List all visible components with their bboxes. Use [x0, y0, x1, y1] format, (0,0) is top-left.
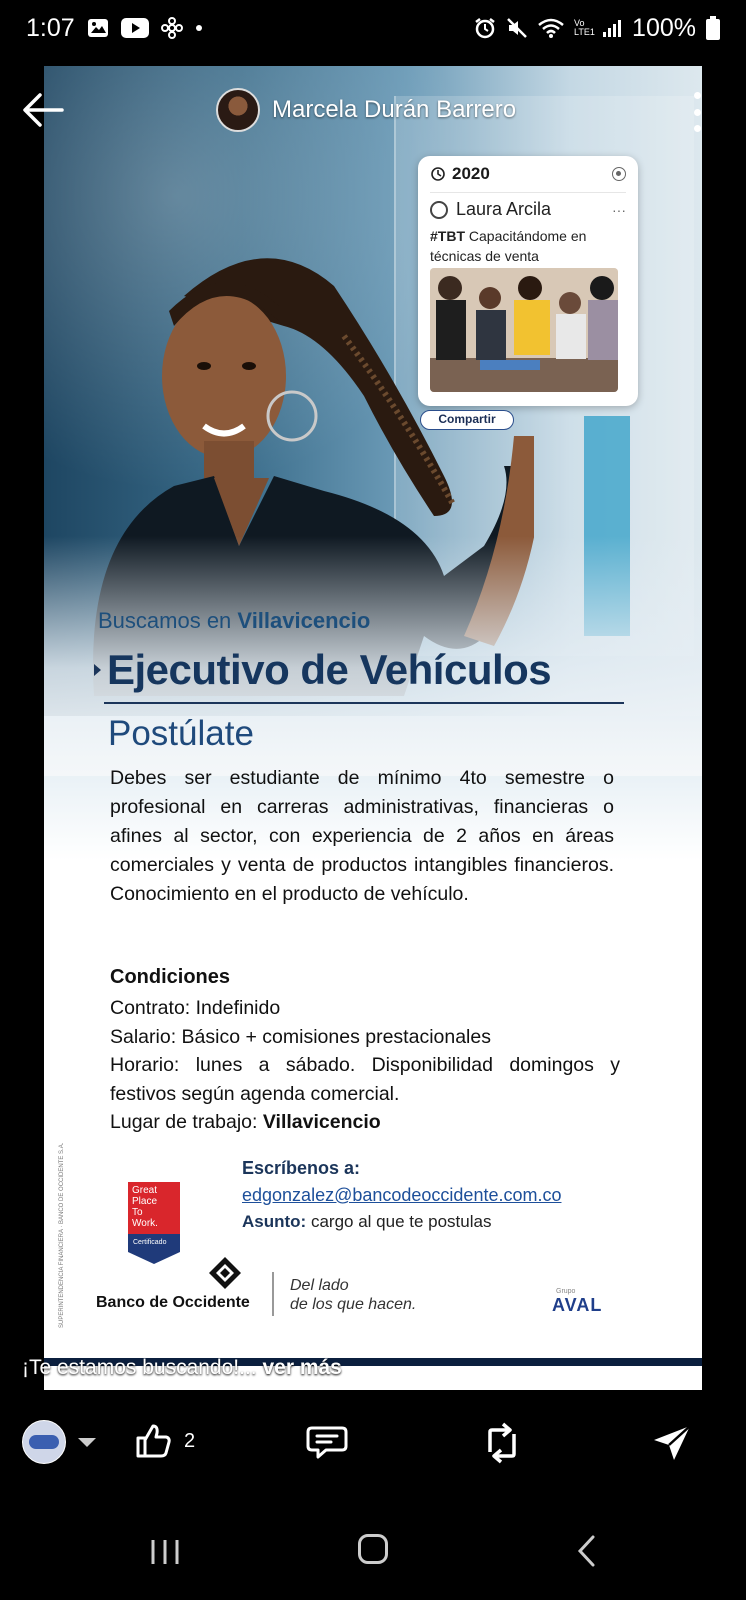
like-button[interactable]: 2 [134, 1422, 195, 1460]
aval-logo: Grupo AVAL [552, 1288, 602, 1316]
subject-value: cargo al que te postulas [310, 1212, 492, 1231]
legal-vertical-text: SUPERINTENDENCIA FINANCIERA · BANCO DE O… [59, 1142, 65, 1328]
post-caption[interactable]: ¡Te estamos buscando!... ver más [22, 1356, 342, 1380]
tbt-card: 2020 Laura Arcila ··· #TBT Capacitándome… [418, 156, 638, 406]
workplace-label: Lugar de trabajo: [110, 1111, 258, 1133]
system-back-icon[interactable] [576, 1534, 596, 1568]
thumbs-up-icon[interactable] [134, 1422, 172, 1460]
alarm-icon [475, 18, 495, 39]
battery-icon [706, 16, 720, 40]
contact-email-link[interactable]: edgonzalez@bancodeoccidente.com.co [242, 1185, 561, 1206]
home-button-icon[interactable] [358, 1534, 388, 1564]
conditions-list: Contrato: Indefinido Salario: Básico + c… [110, 994, 620, 1137]
gallery-icon [87, 19, 108, 37]
author-name[interactable]: Marcela Durán Barrero [272, 96, 516, 124]
condition-salary: Salario: Básico + comisiones prestaciona… [110, 1025, 491, 1048]
system-nav-bar [0, 1520, 746, 1600]
youtube-icon [120, 18, 149, 38]
more-dots-icon: ··· [612, 201, 626, 218]
badge-cert: Certificado [133, 1239, 167, 1246]
post-image[interactable]: 2020 Laura Arcila ··· #TBT Capacitándome… [44, 66, 702, 1390]
arrow-bullet-icon [94, 664, 101, 676]
subtitle-prefix: Buscamos en [98, 608, 232, 633]
badge-line3: To [132, 1207, 143, 1218]
tbt-year: 2020 [452, 164, 490, 183]
network-label: Vo LTE1 [574, 18, 595, 37]
pinwheel-icon [160, 17, 183, 39]
conditions-heading: Condiciones [110, 966, 231, 988]
condition-schedule: Horario: lunes a sábado. Disponibilidad … [110, 1054, 620, 1105]
badge-line1: Great [132, 1185, 157, 1196]
job-description: Debes ser estudiante de mínimo 4to semes… [110, 767, 614, 905]
action-bar: 2 [0, 1400, 746, 1490]
account-dropdown-caret-icon[interactable] [78, 1438, 96, 1447]
bank-logo-icon [209, 1257, 241, 1289]
repost-icon[interactable] [482, 1422, 522, 1464]
bank-name: Banco de Occidente [96, 1294, 250, 1311]
slogan-line2: de los que hacen. [290, 1296, 417, 1313]
badge-line2: Place [132, 1196, 157, 1207]
signal-icon [603, 20, 622, 37]
battery-percent: 100% [632, 13, 696, 42]
aval-group-label: Grupo [556, 1288, 576, 1295]
tbt-user-name: Laura Arcila [456, 199, 552, 219]
status-bar: 1:07 Vo LTE1 100% [0, 0, 746, 56]
slogan-line1: Del lado [290, 1277, 349, 1294]
aval-name: AVAL [552, 1295, 603, 1315]
caption-text: ¡Te estamos buscando!... [22, 1356, 257, 1379]
workplace-value: Villavicencio [262, 1111, 381, 1133]
tbt-text: #TBT Capacitándome en técnicas de venta [430, 226, 626, 266]
svg-text:SUPERINTENDENCIA FINANCIERA ·: SUPERINTENDENCIA FINANCIERA · BANCO DE O… [59, 1142, 65, 1328]
bank-slogan: Del lado de los que hacen. [290, 1276, 416, 1314]
send-icon[interactable] [652, 1424, 692, 1462]
back-arrow-icon[interactable] [22, 92, 64, 128]
record-icon [612, 167, 626, 181]
comment-icon[interactable] [306, 1424, 348, 1460]
recent-apps-icon[interactable] [150, 1538, 180, 1566]
tbt-hashtag: #TBT [430, 228, 465, 244]
author-chip[interactable]: Marcela Durán Barrero [216, 88, 516, 132]
contact-block: Escríbenos a: edgonzalez@bancodeoccident… [242, 1158, 561, 1232]
contact-subject: Asunto: cargo al que te postulas [242, 1212, 561, 1232]
see-more-link[interactable]: ver más [262, 1356, 341, 1379]
wifi-icon [538, 18, 564, 38]
author-avatar[interactable] [216, 88, 260, 132]
job-location-line: Buscamos en Villavicencio [98, 608, 370, 634]
more-options-icon[interactable] [692, 92, 702, 132]
radio-icon [430, 200, 448, 219]
like-count: 2 [184, 1429, 196, 1452]
logo-divider [272, 1272, 274, 1316]
share-button: Compartir [420, 410, 514, 430]
reaction-account-avatar[interactable] [22, 1420, 66, 1464]
apply-heading: Postúlate [108, 714, 254, 753]
subject-label: Asunto: [242, 1212, 307, 1231]
condition-contract: Contrato: Indefinido [110, 997, 281, 1019]
post-header: Marcela Durán Barrero [0, 80, 746, 140]
badge-line4: Work. [132, 1218, 158, 1229]
job-title: Ejecutivo de Vehículos [107, 646, 552, 693]
great-place-to-work-badge: Great Place To Work. Certificado [128, 1182, 180, 1264]
history-icon [431, 167, 445, 181]
contact-heading: Escríbenos a: [242, 1158, 361, 1178]
notification-dot-icon [195, 25, 202, 31]
team-photo [430, 268, 618, 392]
subtitle-city: Villavicencio [237, 608, 371, 633]
condition-workplace: Lugar de trabajo: Villavicencio [110, 1108, 620, 1137]
job-title-row: Ejecutivo de Vehículos [94, 646, 552, 694]
mute-icon [507, 18, 527, 38]
status-time: 1:07 [26, 13, 75, 42]
title-divider [104, 702, 624, 704]
